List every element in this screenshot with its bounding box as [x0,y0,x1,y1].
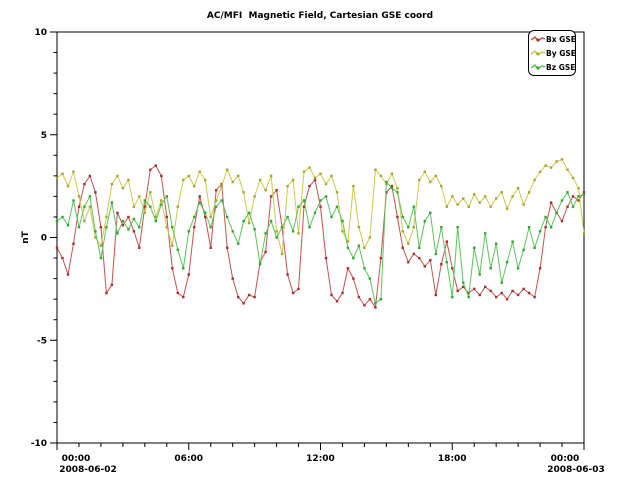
y-major-ticks: 10 5 0 -5 -10 [31,28,57,449]
bx-series-line [57,166,584,308]
figure: AC/MFI Magnetic Field, Cartesian GSE coo… [0,0,640,480]
legend-label-by: By GSE [546,49,576,58]
legend-item-bx: Bx GSE [531,35,574,44]
x-major-ticks: 00:002008-06-0206:0012:0018:0000:002008-… [57,443,605,475]
bx-line-sample-icon [531,35,545,43]
legend-item-by: By GSE [531,49,574,58]
y-tick-label: 0 [41,234,47,244]
legend-label-bx: Bx GSE [546,35,576,44]
x-tick-label: 06:00 [174,454,203,464]
y-axis-label: nT [21,230,31,243]
x-tick-label: 00:00 [551,454,580,464]
y-tick-label: 5 [41,131,47,141]
x-tick-label: 00:00 [62,454,91,464]
x-date-label: 2008-06-02 [59,465,117,475]
x-tick-label: 18:00 [438,454,467,464]
legend-item-bz: Bz GSE [531,63,574,72]
legend: Bx GSE By GSE Bz GSE [528,30,576,76]
bz-line-sample-icon [531,63,545,71]
x-tick-label: 12:00 [306,454,335,464]
bz-series-markers [56,181,585,305]
y-tick-label: 10 [34,28,47,38]
by-line-sample-icon [531,49,545,57]
y-tick-label: -10 [31,439,47,449]
legend-label-bz: Bz GSE [546,63,575,72]
x-date-label: 2008-06-03 [547,465,605,475]
y-tick-label: -5 [37,336,47,346]
